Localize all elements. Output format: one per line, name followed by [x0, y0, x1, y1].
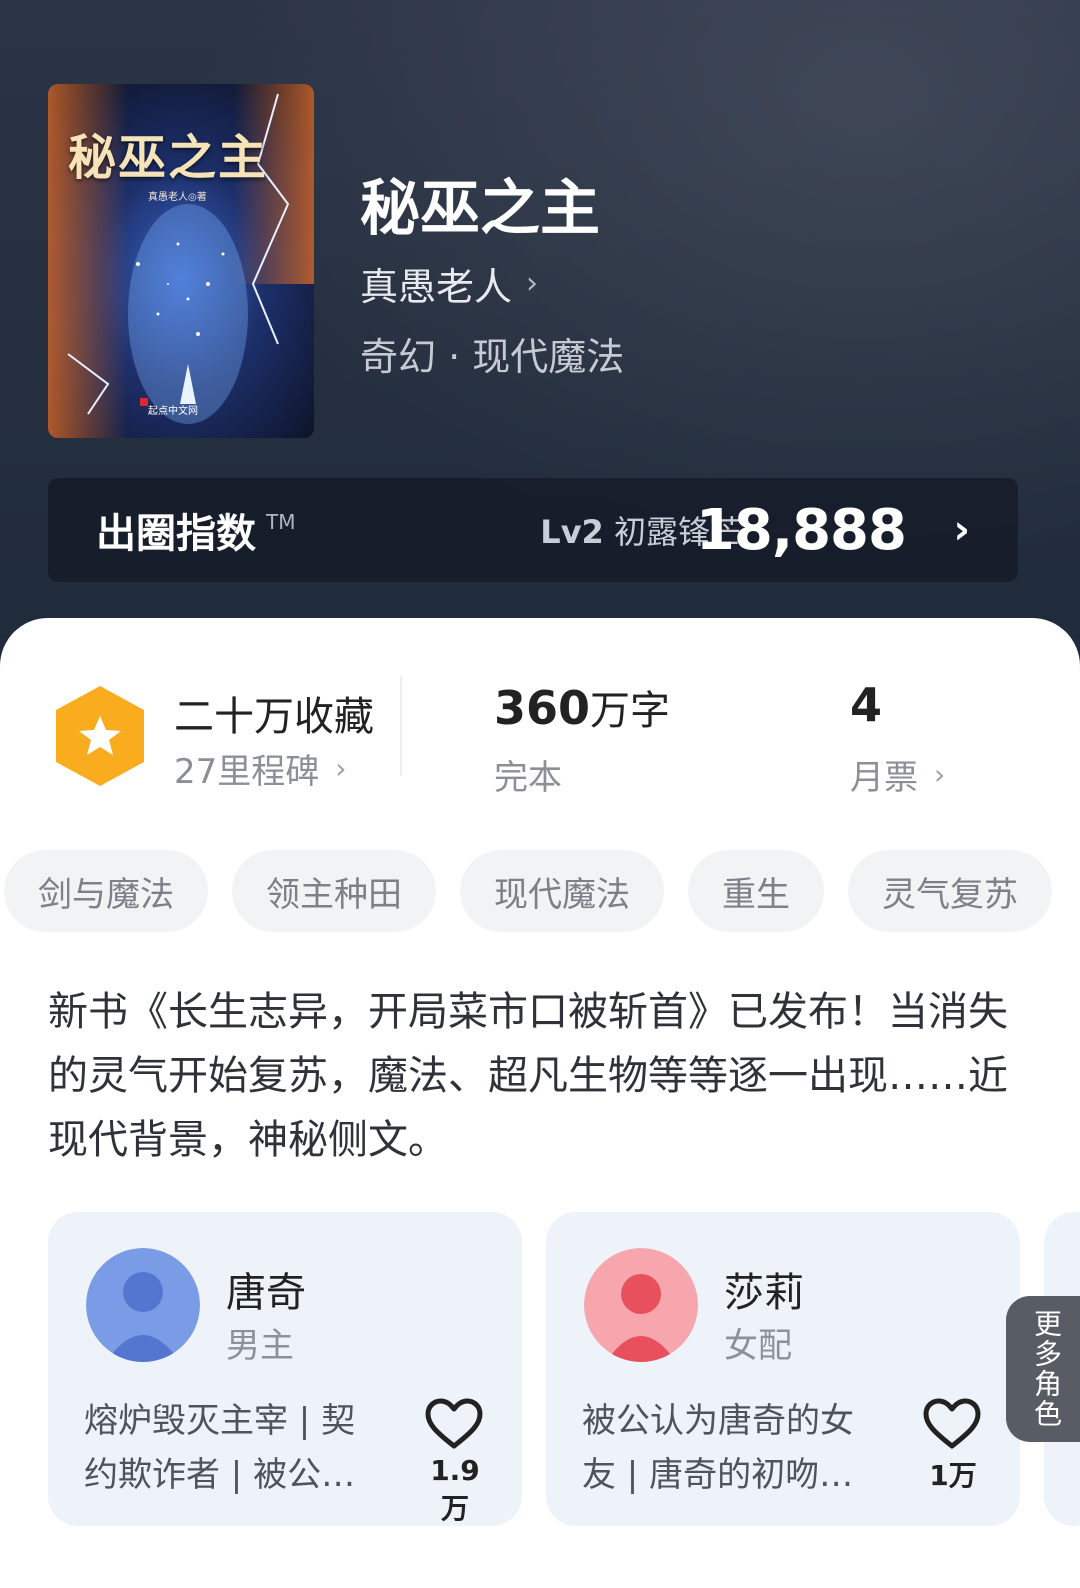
author-link[interactable]: 真愚老人 › [360, 256, 538, 311]
word-count-unit: 万字 [590, 688, 671, 734]
character-card[interactable]: 唐奇 男主 熔炉毁灭主宰 | 契约欺诈者 | 被公… 1.9万 [48, 1212, 522, 1526]
more-roles-label: 更多角色 [1030, 1309, 1063, 1429]
tag-chip[interactable]: 领主种田 [232, 850, 436, 932]
chevron-right-icon: › [934, 758, 946, 791]
heart-icon[interactable] [922, 1398, 982, 1450]
monthly-votes-link[interactable]: 月票 › [850, 750, 945, 799]
character-name: 唐奇 [226, 1270, 306, 1316]
book-status: 完本 [494, 758, 562, 798]
chevron-right-icon: › [335, 752, 347, 785]
tag-chip[interactable]: 重生 [688, 850, 824, 932]
avatar [86, 1248, 200, 1362]
trademark-mark: TM [266, 510, 296, 534]
character-name: 莎莉 [724, 1270, 804, 1316]
cover-brand: 起点中文网 [148, 406, 198, 417]
cover-author: 真愚老人◎著 [148, 192, 207, 203]
monthly-votes-count: 4 [850, 678, 882, 732]
index-value: 18,888 [695, 497, 907, 563]
character-role: 男主 [226, 1326, 294, 1366]
more-roles-button[interactable]: 更多角色 [1006, 1296, 1080, 1442]
monthly-votes-label: 月票 [850, 758, 918, 798]
popularity-index-bar[interactable]: 出圈指数 TM Lv2 初露锋芒 18,888 › [48, 478, 1018, 582]
book-title: 秘巫之主 [360, 174, 600, 244]
author-name: 真愚老人 [360, 265, 513, 309]
stat-divider [400, 676, 402, 776]
chevron-right-icon: › [953, 507, 970, 553]
word-count: 360万字 [494, 678, 670, 736]
milestone-link[interactable]: 27里程碑 › [174, 744, 346, 793]
character-card[interactable]: 莎莉 女配 被公认为唐奇的女友 | 唐奇的初吻… 1万 [546, 1212, 1020, 1526]
milestone-label: 27里程碑 [174, 752, 320, 792]
tag-list: 剑与魔法 领主种田 现代魔法 重生 灵气复苏 [4, 850, 1052, 932]
book-description[interactable]: 新书《长生志异，开局菜市口被斩首》已发布！当消失的灵气开始复苏，魔法、超凡生物等… [48, 980, 1028, 1172]
character-desc: 熔炉毁灭主宰 | 契约欺诈者 | 被公… [84, 1401, 356, 1495]
character-desc: 被公认为唐奇的女友 | 唐奇的初吻… [582, 1401, 854, 1495]
tag-chip[interactable]: 现代魔法 [460, 850, 664, 932]
chevron-right-icon: › [526, 266, 539, 301]
index-label: 出圈指数 [96, 511, 256, 557]
tag-chip[interactable]: 剑与魔法 [4, 850, 208, 932]
like-count: 1万 [929, 1459, 977, 1492]
character-role: 女配 [724, 1326, 792, 1366]
book-cover[interactable]: 秘巫之主 真愚老人◎著 起点中文网 [48, 84, 314, 438]
like-count: 1.9万 [430, 1454, 480, 1525]
tag-chip[interactable]: 灵气复苏 [848, 850, 1052, 932]
book-genre: 奇幻 · 现代魔法 [360, 335, 625, 379]
word-count-number: 360 [494, 681, 591, 735]
monthly-votes-number: 4 [850, 678, 883, 732]
cover-title: 秘巫之主 [68, 130, 269, 186]
avatar [584, 1248, 698, 1362]
heart-icon[interactable] [424, 1398, 484, 1450]
level-code: Lv2 [540, 513, 604, 551]
star-badge-icon [56, 686, 144, 786]
collect-title: 二十万收藏 [174, 694, 374, 740]
